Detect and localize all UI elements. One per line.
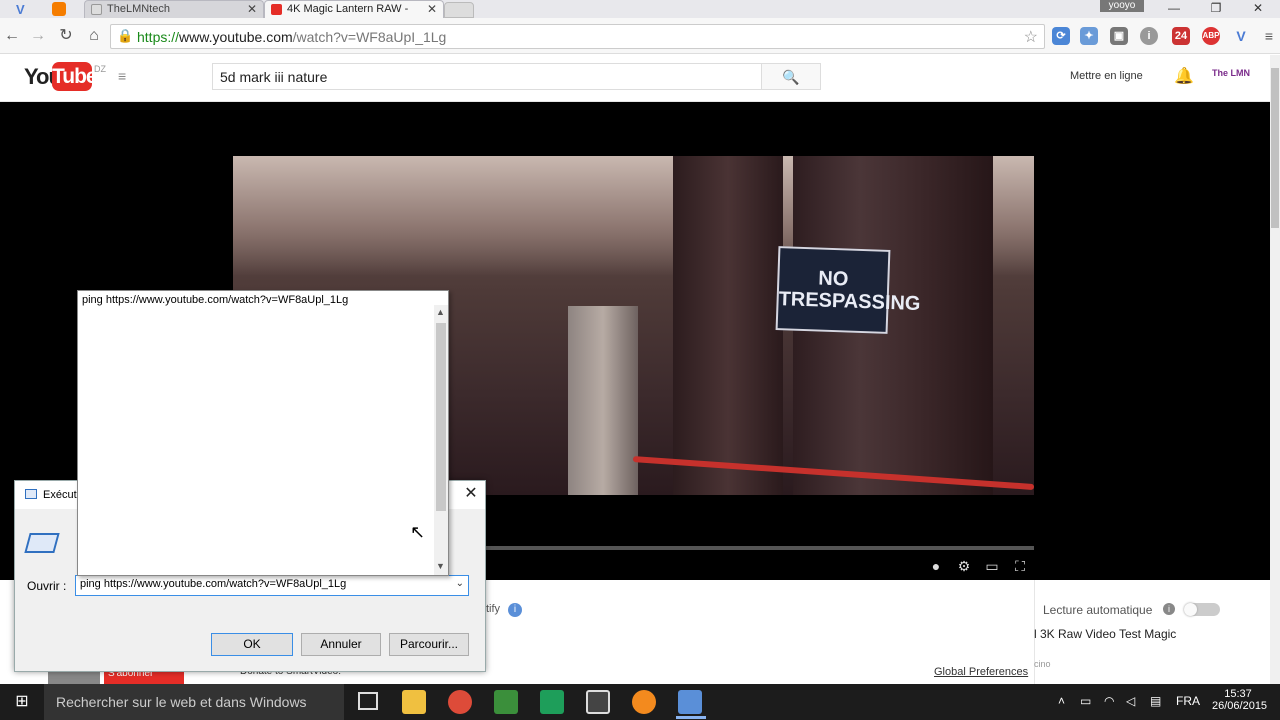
settings-gear-icon[interactable]: ⚙ [955, 558, 973, 574]
video-fence-post [568, 306, 638, 495]
upload-button[interactable]: Mettre en ligne [1070, 70, 1143, 82]
forward-icon[interactable]: → [28, 26, 48, 46]
search-button[interactable]: 🔍 [761, 63, 821, 90]
new-tab-button[interactable] [444, 2, 474, 18]
volume-icon[interactable]: ◁ [1126, 694, 1135, 708]
scroll-down-icon[interactable]: ▼ [436, 561, 445, 571]
address-bar[interactable]: 🔒 https://www.youtube.com/watch?v=WF8aUp… [110, 24, 1045, 49]
open-label: Ouvrir : [27, 579, 67, 593]
lock-icon: 🔒 [117, 28, 134, 43]
clock[interactable]: 15:37 26/06/2015 [1212, 688, 1267, 712]
dropdown-scrollbar-thumb[interactable] [436, 323, 446, 511]
run-app-icon [24, 533, 60, 553]
extension-icon[interactable]: ▣ [1110, 27, 1128, 45]
home-icon[interactable]: ⌂ [84, 26, 104, 46]
autoplay-label: Lecture automatique [1043, 603, 1153, 617]
active-app-indicator [676, 716, 706, 719]
adblock-icon[interactable]: ABP [1202, 27, 1220, 45]
youtube-logo-tube[interactable]: Tube [52, 62, 98, 91]
minimize-icon[interactable]: — [1156, 0, 1192, 18]
next-video-title[interactable]: l 3K Raw Video Test Magic [1034, 627, 1176, 641]
sync-extension-icon[interactable]: ⟳ [1052, 27, 1070, 45]
restore-icon[interactable]: ❐ [1198, 0, 1234, 18]
notify-text: tify [486, 603, 501, 615]
start-windows-icon[interactable]: ⊞ [0, 684, 44, 720]
app-icon[interactable] [494, 690, 518, 714]
app-icon[interactable] [632, 690, 656, 714]
task-view-icon[interactable] [358, 692, 378, 710]
vivaldi-logo-icon[interactable]: V [16, 2, 32, 17]
app-window-icon[interactable] [586, 690, 610, 714]
back-icon[interactable]: ← [2, 26, 22, 46]
fullscreen-icon[interactable]: ⛶ [1011, 558, 1029, 574]
annotations-icon[interactable]: ● [927, 558, 945, 574]
youtube-favicon-icon [271, 4, 282, 15]
open-command-input[interactable]: ping https://www.youtube.com/watch?v=WF8… [75, 575, 469, 596]
region-label: DZ [94, 64, 106, 74]
tray-chevron-icon[interactable]: ˄ [1058, 694, 1065, 708]
chrome-icon[interactable] [448, 690, 472, 714]
browse-button[interactable]: Parcourir... [389, 633, 469, 656]
page-scrollbar-thumb[interactable] [1271, 68, 1279, 228]
channel-avatar[interactable]: The LMN [1212, 68, 1250, 78]
run-small-icon [25, 489, 37, 499]
search-icon: 🔍 [782, 69, 800, 85]
extension-icon[interactable]: i [1140, 27, 1158, 45]
network-adapter-icon[interactable]: ▭ [1080, 694, 1091, 708]
mouse-cursor-icon: ↖ [410, 522, 426, 542]
taskbar-search-box[interactable]: Rechercher sur le web et dans Windows [44, 684, 344, 720]
ok-button[interactable]: OK [211, 633, 293, 656]
vivaldi-icon[interactable]: V [1232, 27, 1250, 45]
reload-icon[interactable]: ↻ [56, 26, 76, 46]
extension-icon[interactable]: ✦ [1080, 27, 1098, 45]
menu-icon[interactable]: ≡ [1260, 27, 1278, 45]
tab-youtube[interactable]: 4K Magic Lantern RAW - ✕ [264, 0, 444, 18]
autocomplete-item[interactable]: ping https://www.youtube.com/watch?v=WF8… [82, 294, 348, 306]
profile-badge[interactable]: yooyo [1100, 0, 1144, 12]
chevron-down-icon[interactable]: ⌄ [456, 578, 464, 589]
blogger-icon[interactable] [52, 2, 66, 16]
scroll-up-icon[interactable]: ▲ [436, 307, 445, 317]
autoplay-info-icon[interactable]: i [1163, 603, 1175, 615]
tab-thelmntech[interactable]: TheLMNtech ✕ [84, 0, 264, 18]
global-preferences-link[interactable]: Global Preferences [934, 666, 1028, 678]
video-tree [673, 156, 783, 495]
tab-close-icon[interactable]: ✕ [247, 2, 257, 16]
action-center-icon[interactable]: ▤ [1150, 694, 1161, 708]
autoplay-toggle[interactable] [1184, 603, 1220, 616]
autocomplete-dropdown: ping https://www.youtube.com/watch?v=WF8… [77, 290, 449, 576]
no-trespassing-sign: NO TRESPASSING [775, 246, 921, 334]
cancel-button[interactable]: Annuler [301, 633, 381, 656]
next-video-meta: cino [1034, 659, 1051, 669]
page-icon [91, 4, 102, 15]
camtasia-icon[interactable] [540, 690, 564, 714]
bookmark-star-icon[interactable]: ☆ [1024, 27, 1038, 47]
wifi-icon[interactable]: ◠ [1104, 694, 1114, 708]
search-input[interactable]: 5d mark iii nature [212, 63, 762, 90]
theater-mode-icon[interactable]: ▭ [983, 558, 1001, 574]
window-close-icon[interactable]: ✕ [1240, 0, 1276, 18]
tab-close-icon[interactable]: ✕ [427, 2, 437, 16]
run-taskbar-icon[interactable] [678, 690, 702, 714]
dialog-close-icon[interactable]: ✕ [459, 483, 483, 505]
notifications-bell-icon[interactable]: 🔔 [1174, 66, 1194, 86]
extension-badge-icon[interactable]: 24 [1172, 27, 1190, 45]
tab-label: 4K Magic Lantern RAW - [287, 3, 409, 15]
file-explorer-icon[interactable] [402, 690, 426, 714]
guide-menu-icon[interactable]: ≡ [118, 68, 126, 84]
url-text: https://www.youtube.com/watch?v=WF8aUpI_… [137, 29, 447, 45]
language-indicator[interactable]: FRA [1176, 694, 1200, 708]
tab-label: TheLMNtech [107, 3, 170, 15]
info-icon[interactable]: i [508, 603, 522, 617]
